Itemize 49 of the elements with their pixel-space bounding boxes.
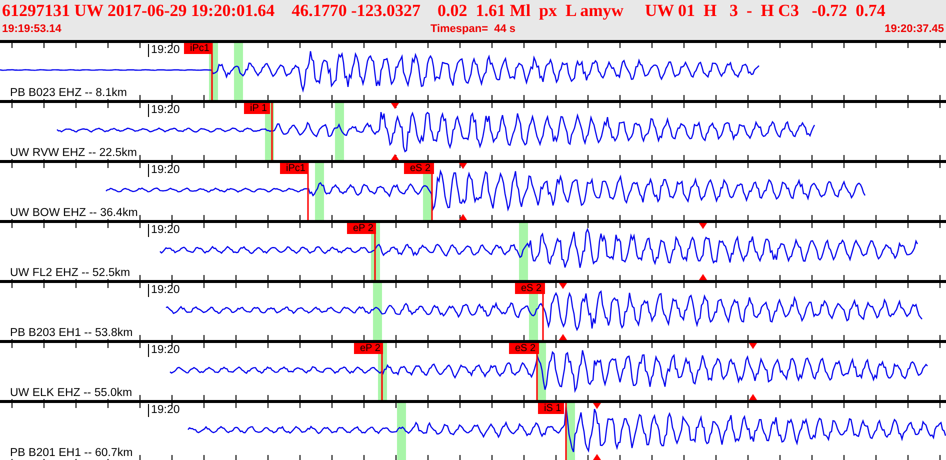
station-label: UW BOW EHZ -- 36.4km (10, 207, 138, 219)
phase-pick-label[interactable]: iPc1 (184, 43, 212, 54)
phase-pick-label[interactable]: eS 2 (404, 163, 434, 174)
phase-pick-label[interactable]: eP 2 (354, 343, 384, 354)
peak-marker-icon (699, 223, 707, 229)
phase-pick-label[interactable]: eS 2 (509, 343, 539, 354)
peak-marker-icon (699, 274, 707, 280)
peak-marker-icon (749, 343, 757, 349)
time-label: 19:20 (148, 404, 180, 417)
time-label: 19:20 (148, 104, 180, 117)
station-label: PB B201 EH1 -- 60.7km (10, 447, 133, 459)
end-time: 19:20:37.45 (884, 22, 944, 36)
pick-window (519, 223, 528, 280)
peak-marker-icon (459, 214, 467, 220)
pick-window (397, 403, 406, 460)
station-label: PB B203 EH1 -- 53.8km (10, 327, 133, 339)
peak-marker-icon (459, 163, 467, 169)
peak-marker-icon (593, 403, 601, 409)
event-summary: 61297131 UW 2017-06-29 19:20:01.64 46.1770 -123.0327 0.02 1.61 Ml px L amyw UW 01 H 3 - H C3 -0.72 0.74 (2, 0, 886, 22)
phase-pick-label[interactable]: iS 1 (538, 403, 564, 414)
pick-line (565, 403, 567, 460)
station-label: UW ELK EHZ -- 55.0km (10, 387, 132, 399)
pick-window (234, 43, 243, 100)
peak-marker-icon (749, 394, 757, 400)
phase-pick-label[interactable]: eP 2 (347, 223, 376, 234)
peak-marker-icon (391, 103, 399, 109)
time-label: 19:20 (148, 284, 180, 297)
time-label: 19:20 (148, 344, 180, 357)
pick-line (211, 43, 213, 100)
pick-line (307, 163, 309, 220)
phase-pick-label[interactable]: iP 1 (244, 103, 270, 114)
station-label: UW FL2 EHZ -- 52.5km (10, 267, 130, 279)
start-time: 19:19:53.14 (2, 22, 62, 36)
time-label: 19:20 (148, 44, 180, 57)
station-label: PB B023 EHZ -- 8.1km (10, 87, 127, 99)
pick-window (335, 103, 344, 160)
station-label: UW RVW EHZ -- 22.5km (10, 147, 137, 159)
timespan: Timespan= 44 s (430, 22, 516, 36)
pick-line (271, 103, 273, 160)
peak-marker-icon (391, 154, 399, 160)
pick-window (315, 163, 324, 220)
pick-window (373, 283, 382, 340)
time-label: 19:20 (148, 164, 180, 177)
peak-marker-icon (559, 334, 567, 340)
time-label: 19:20 (148, 224, 180, 237)
phase-pick-label[interactable]: iPc1 (280, 163, 308, 174)
phase-pick-label[interactable]: eS 2 (515, 283, 545, 294)
peak-marker-icon (559, 283, 567, 289)
peak-marker-icon (593, 454, 601, 460)
